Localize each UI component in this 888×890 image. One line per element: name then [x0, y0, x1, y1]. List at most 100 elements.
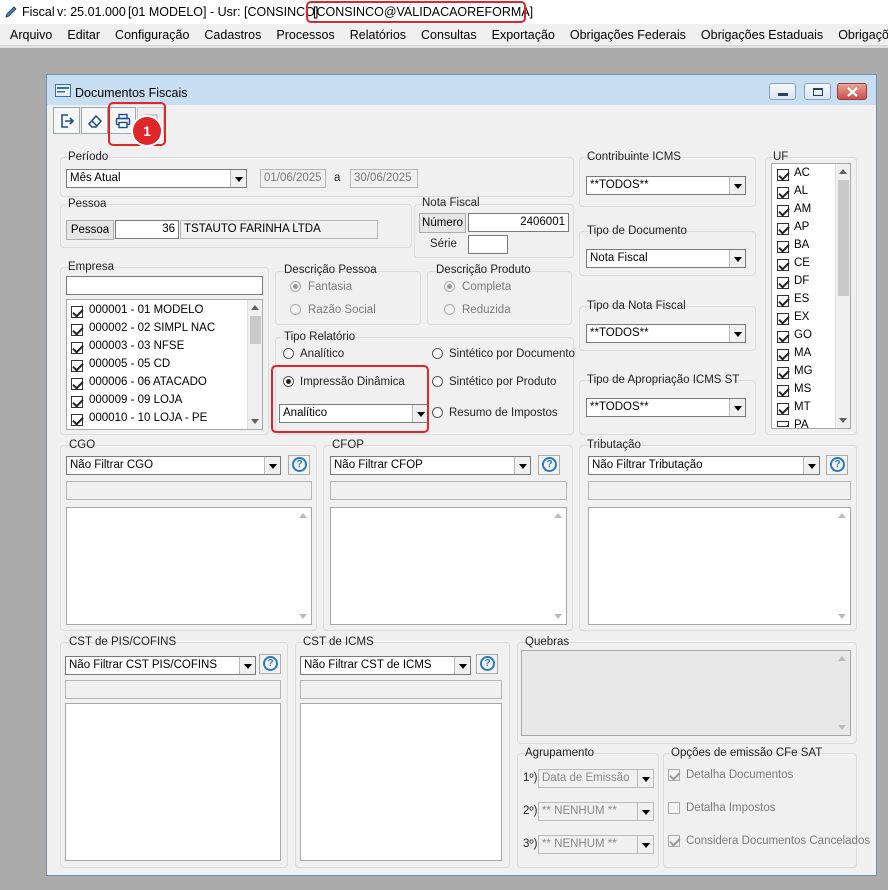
exit-button[interactable]: [53, 107, 80, 134]
uf-checkbox[interactable]: [777, 331, 789, 343]
uf-checkbox[interactable]: [777, 223, 789, 235]
cst-pis-select[interactable]: Não Filtrar CST PIS/COFINS: [65, 656, 256, 675]
empresa-list[interactable]: 000001 - 01 MODELO 000002 - 02 SIMPL NAC…: [66, 299, 263, 430]
empresa-checkbox[interactable]: [71, 324, 83, 336]
uf-checkbox[interactable]: [777, 313, 789, 325]
menu-obrigacoes-municipais[interactable]: Obrigações Mun: [830, 24, 888, 42]
empresa-checkbox[interactable]: [71, 378, 83, 390]
periodo-start-field[interactable]: 01/06/2025: [260, 169, 326, 188]
menu-configuracao[interactable]: Configuração: [107, 24, 196, 42]
pessoa-code-field[interactable]: 36: [115, 220, 179, 239]
cfop-help-button[interactable]: ?: [538, 455, 560, 475]
cst-icms-select[interactable]: Não Filtrar CST de ICMS: [300, 656, 471, 675]
cst-icms-filter-field[interactable]: [300, 680, 502, 699]
uf-item[interactable]: AP: [794, 221, 809, 233]
uf-checkbox[interactable]: [777, 169, 789, 181]
reduzida-radio[interactable]: [444, 304, 455, 315]
empresa-item[interactable]: 000006 - 06 ATACADO: [89, 376, 207, 388]
tributacao-filter-field[interactable]: [588, 481, 851, 500]
empresa-item[interactable]: 000001 - 01 MODELO: [89, 304, 203, 316]
menu-cadastros[interactable]: Cadastros: [196, 24, 268, 42]
cgo-list[interactable]: [66, 507, 312, 625]
periodo-select[interactable]: Mês Atual: [66, 169, 247, 188]
scroll-down-icon[interactable]: [299, 614, 307, 619]
scroll-up-icon[interactable]: [299, 513, 307, 518]
uf-item[interactable]: AM: [794, 203, 811, 215]
numero-button[interactable]: Número: [419, 213, 466, 233]
uf-checkbox[interactable]: [777, 277, 789, 289]
uf-item[interactable]: BA: [794, 239, 809, 251]
completa-radio[interactable]: [444, 281, 455, 292]
periodo-end-field[interactable]: 30/06/2025: [350, 169, 418, 188]
uf-item[interactable]: AL: [794, 185, 808, 197]
cst-pis-filter-field[interactable]: [65, 680, 281, 699]
menu-relatorios[interactable]: Relatórios: [342, 24, 413, 42]
numero-field[interactable]: 2406001: [468, 213, 569, 232]
uf-item[interactable]: PA: [794, 419, 809, 428]
empresa-item[interactable]: 000010 - 10 LOJA - PE: [89, 412, 207, 424]
scroll-down-icon[interactable]: [839, 418, 847, 423]
detalha-documentos-checkbox[interactable]: [668, 769, 680, 781]
tributacao-select[interactable]: Não Filtrar Tributação: [588, 456, 820, 475]
uf-item[interactable]: CE: [794, 257, 810, 269]
uf-item[interactable]: AC: [794, 167, 810, 179]
uf-scrollbar[interactable]: [835, 164, 850, 428]
tipo-apropriacao-select[interactable]: **TODOS**: [586, 398, 746, 417]
empresa-checkbox[interactable]: [71, 306, 83, 318]
agrup-2-select[interactable]: ** NENHUM **: [538, 802, 654, 821]
uf-checkbox[interactable]: [777, 349, 789, 361]
fantasia-radio[interactable]: [290, 281, 301, 292]
uf-item[interactable]: MG: [794, 365, 813, 377]
cgo-scrollbar[interactable]: [296, 508, 311, 624]
uf-checkbox[interactable]: [777, 295, 789, 307]
uf-checkbox[interactable]: [777, 367, 789, 379]
cfop-filter-field[interactable]: [330, 481, 567, 500]
quebras-scrollbar[interactable]: [835, 651, 850, 735]
scroll-down-icon[interactable]: [251, 419, 259, 424]
empresa-item[interactable]: 000009 - 09 LOJA: [89, 394, 182, 406]
scroll-up-icon[interactable]: [839, 169, 847, 174]
maximize-button[interactable]: [804, 83, 831, 100]
menu-exportacao[interactable]: Exportação: [484, 24, 562, 42]
cst-icms-list[interactable]: [300, 703, 502, 861]
cgo-help-button[interactable]: ?: [288, 455, 310, 475]
empresa-item[interactable]: 000003 - 03 NFSE: [89, 340, 184, 352]
cfop-scrollbar[interactable]: [551, 508, 566, 624]
menu-processos[interactable]: Processos: [268, 24, 341, 42]
uf-item[interactable]: GO: [794, 329, 812, 341]
scroll-up-icon[interactable]: [251, 305, 259, 310]
scroll-down-icon[interactable]: [838, 614, 846, 619]
uf-checkbox[interactable]: [777, 259, 789, 271]
sintetico-documento-radio[interactable]: [432, 348, 443, 359]
uf-checkbox[interactable]: [777, 241, 789, 253]
menu-editar[interactable]: Editar: [59, 24, 107, 42]
sintetico-produto-radio[interactable]: [432, 376, 443, 387]
tipo-documento-select[interactable]: Nota Fiscal: [586, 249, 746, 268]
cgo-select[interactable]: Não Filtrar CGO: [66, 456, 281, 475]
menu-arquivo[interactable]: Arquivo: [0, 24, 59, 42]
agrup-1-select[interactable]: Data de Emissão: [538, 769, 654, 788]
empresa-search-input[interactable]: [66, 276, 263, 295]
scroll-up-icon[interactable]: [554, 513, 562, 518]
uf-item[interactable]: DF: [794, 275, 809, 287]
clear-button[interactable]: [81, 107, 108, 134]
scroll-up-icon[interactable]: [838, 513, 846, 518]
analitico-radio[interactable]: [283, 348, 294, 359]
scroll-thumb[interactable]: [838, 180, 849, 296]
empresa-item[interactable]: 000002 - 02 SIMPL NAC: [89, 322, 215, 334]
uf-item[interactable]: MT: [794, 401, 811, 413]
empresa-checkbox[interactable]: [71, 360, 83, 372]
considera-cancelados-checkbox[interactable]: [668, 835, 680, 847]
contribuinte-select[interactable]: **TODOS**: [586, 176, 746, 195]
uf-checkbox[interactable]: [777, 403, 789, 415]
uf-item[interactable]: EX: [794, 311, 809, 323]
scroll-up-icon[interactable]: [838, 656, 846, 661]
scroll-down-icon[interactable]: [838, 725, 846, 730]
agrup-3-select[interactable]: ** NENHUM **: [538, 835, 654, 854]
cst-pis-help-button[interactable]: ?: [259, 654, 281, 674]
razao-social-radio[interactable]: [290, 304, 301, 315]
menu-consultas[interactable]: Consultas: [413, 24, 484, 42]
tributacao-scrollbar[interactable]: [835, 508, 850, 624]
cfop-select[interactable]: Não Filtrar CFOP: [330, 456, 531, 475]
tributacao-help-button[interactable]: ?: [826, 455, 848, 475]
